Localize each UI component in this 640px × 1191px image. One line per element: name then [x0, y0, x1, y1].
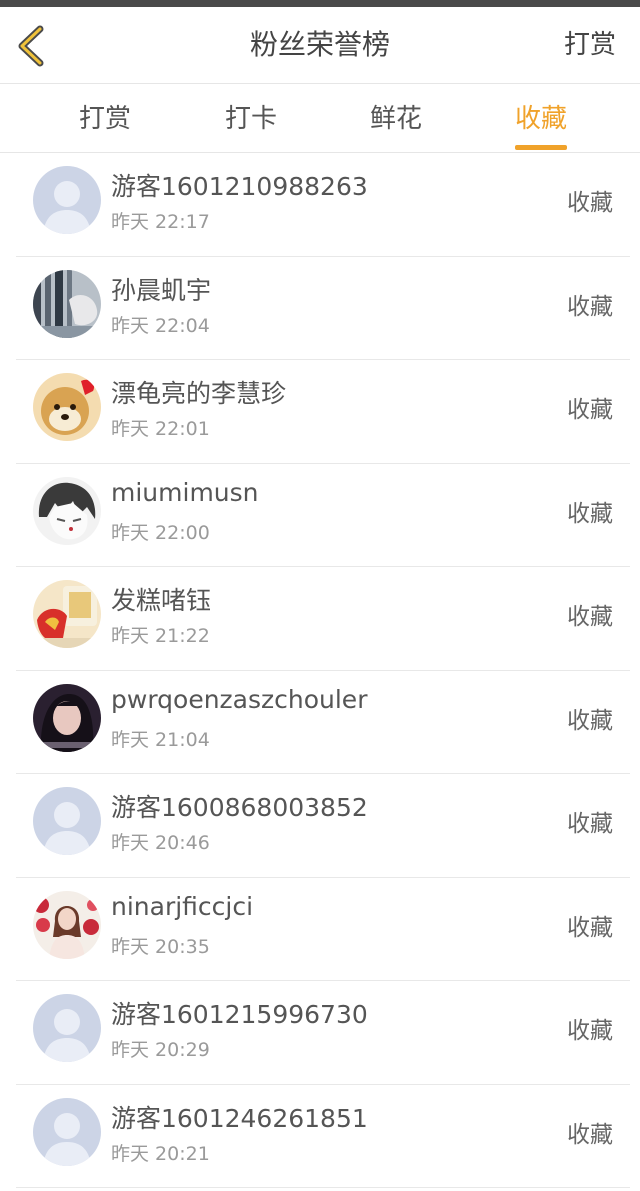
avatar[interactable] [33, 1097, 101, 1166]
avatar[interactable] [33, 683, 101, 752]
default-avatar-icon [33, 787, 101, 855]
fan-name[interactable]: 游客1600868003852 [111, 788, 368, 824]
fan-name[interactable]: miumimusn [111, 478, 259, 507]
fan-action-label: 收藏 [567, 707, 613, 734]
fan-name[interactable]: 发糕啫钰 [111, 581, 211, 617]
fan-list-item[interactable]: 游客1601215996730 昨天 20:29 收藏 [16, 981, 630, 1085]
fan-timestamp: 昨天 22:17 [111, 211, 210, 233]
avatar[interactable] [33, 269, 101, 338]
anime-avatar-icon [33, 476, 101, 545]
fan-timestamp: 昨天 22:00 [111, 521, 210, 544]
fan-action-label: 收藏 [567, 500, 613, 527]
fan-name[interactable]: 游客1601215996730 [111, 995, 368, 1031]
fan-list-item[interactable]: 发糕啫钰昨天 21:22 收藏 [16, 567, 630, 671]
reward-button[interactable]: 打赏 [564, 7, 616, 83]
fan-list-item[interactable]: 孙晨虮宇昨天 22:04 收藏 [16, 257, 630, 360]
fan-action-label: 收藏 [567, 293, 613, 320]
fan-timestamp: 昨天 20:21 [111, 1142, 210, 1165]
tab-reward[interactable]: 打赏 [45, 84, 165, 152]
tab-favorites[interactable]: 收藏 [481, 84, 601, 152]
fan-action-label: 收藏 [567, 811, 613, 837]
flower-girl-avatar-icon [33, 890, 101, 959]
fan-name[interactable]: 孙晨虮宇 [111, 271, 211, 307]
fan-list-item[interactable]: 漂龟亮的李慧珍昨天 22:01 收藏 [16, 360, 630, 464]
fan-list-item[interactable]: ninarjficcjci 昨天 20:35 收藏 [16, 878, 630, 981]
fan-timestamp: 昨天 22:04 [111, 314, 210, 337]
avatar[interactable] [33, 476, 101, 545]
fan-timestamp: 昨天 20:35 [111, 935, 210, 958]
portrait-avatar-icon [33, 683, 101, 752]
default-avatar-icon [33, 166, 101, 234]
fan-timestamp: 昨天 22:01 [111, 418, 210, 440]
status-bar-strip [0, 0, 640, 7]
tab-flowers[interactable]: 鲜花 [336, 84, 456, 152]
fan-name[interactable]: pwrqoenzaszchouler [111, 685, 367, 714]
fan-timestamp: 昨天 21:04 [111, 728, 210, 751]
fan-timestamp: 昨天 20:29 [111, 1039, 210, 1061]
avatar[interactable] [33, 580, 101, 648]
fan-name[interactable]: 游客1601246261851 [111, 1099, 368, 1135]
fan-name[interactable]: 游客1601210988263 [111, 167, 368, 203]
fan-action-label: 收藏 [567, 190, 613, 216]
avatar[interactable] [33, 166, 101, 234]
fan-action-label: 收藏 [567, 914, 613, 941]
page-title: 粉丝荣誉榜 [249, 28, 390, 61]
fan-list-item[interactable]: 游客1600868003852 昨天 20:46 收藏 [16, 774, 630, 878]
fan-action-label: 收藏 [567, 1121, 613, 1148]
tab-checkin[interactable]: 打卡 [191, 84, 311, 152]
fan-action-label: 收藏 [567, 604, 613, 630]
avatar[interactable] [33, 787, 101, 855]
fan-list-item[interactable]: miumimusn 昨天 22:00 收藏 [16, 464, 630, 567]
fan-list-item[interactable]: pwrqoenzaszchouler 昨天 21:04 收藏 [16, 671, 630, 774]
avatar[interactable] [33, 373, 101, 441]
fan-name[interactable]: 漂龟亮的李慧珍 [111, 374, 286, 410]
active-tab-indicator [515, 145, 567, 150]
fan-name[interactable]: ninarjficcjci [111, 892, 253, 921]
default-avatar-icon [33, 1097, 101, 1166]
food-avatar-icon [33, 580, 101, 648]
fan-timestamp: 昨天 21:22 [111, 625, 210, 647]
fan-list-item[interactable]: 游客1601246261851 昨天 20:21 收藏 [16, 1085, 630, 1188]
avatar[interactable] [33, 994, 101, 1062]
avatar[interactable] [33, 890, 101, 959]
fan-action-label: 收藏 [567, 1018, 613, 1044]
fan-list: 游客1601210988263 昨天 22:17 收藏 孙晨虮宇 昨天 22:04 收藏漂… [0, 153, 640, 1188]
dog-avatar-icon [33, 373, 101, 441]
fan-action-label: 收藏 [567, 397, 613, 423]
app-header: 粉丝荣誉榜 打赏 [0, 7, 640, 84]
fan-timestamp: 昨天 20:46 [111, 832, 210, 854]
photo-avatar-icon [33, 269, 101, 338]
default-avatar-icon [33, 994, 101, 1062]
tab-bar: 打赏 打卡 鲜花 收藏 [0, 84, 640, 153]
fan-list-item[interactable]: 游客1601210988263 昨天 22:17 收藏 [16, 153, 630, 257]
